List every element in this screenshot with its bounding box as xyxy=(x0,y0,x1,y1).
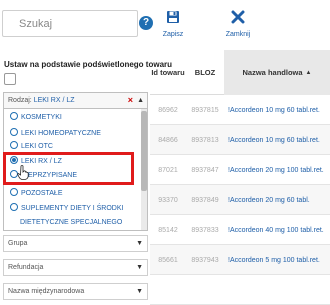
cell-name: !Accordeon 20 mg 60 tabl. xyxy=(228,196,310,204)
products-table: Id towaru BLOZ Nazwa handlowa ▲ 86962 89… xyxy=(150,50,330,305)
cell-bloz: 8937943 xyxy=(191,256,219,264)
cell-bloz: 8937849 xyxy=(191,196,219,204)
column-header-id[interactable]: Id towaru xyxy=(150,50,186,95)
type-dropdown-value: LEKI RX / LZ xyxy=(33,97,75,104)
dropdown-option-label: POZOSTAŁE xyxy=(21,190,63,197)
refund-select[interactable]: Refundacja ▼ xyxy=(3,259,148,276)
cell-name: !Accordeon 10 mg 60 tabl.ret. xyxy=(228,106,320,114)
table-header: Id towaru BLOZ Nazwa handlowa ▲ xyxy=(150,50,330,95)
cell-id: 85142 xyxy=(158,226,178,234)
dropdown-option[interactable]: KOSMETYKI xyxy=(10,111,62,125)
dropdown-option-selected[interactable]: LEKI RX / LZ xyxy=(10,155,62,169)
radio-icon xyxy=(10,112,18,120)
save-button[interactable]: Zapisz xyxy=(160,10,186,38)
refund-select-label: Refundacja xyxy=(8,264,44,271)
dropdown-option-label: LEKI HOMEOPATYCZNE xyxy=(21,130,101,137)
column-header-bloz[interactable]: BLOZ xyxy=(186,50,224,95)
column-header-name[interactable]: Nazwa handlowa ▲ xyxy=(224,50,330,95)
cell-name: !Accordeon 40 mg 100 tabl.ret. xyxy=(228,226,324,234)
set-from-highlighted-label: Ustaw na podstawie podświetlonego towaru xyxy=(4,60,173,69)
cell-id: 85661 xyxy=(158,256,178,264)
dropdown-scrollbar[interactable] xyxy=(141,109,147,230)
group-select-label: Grupa xyxy=(8,240,28,247)
cell-bloz: 8937815 xyxy=(191,106,219,114)
chevron-down-icon: ▼ xyxy=(136,240,143,247)
clear-icon[interactable]: × xyxy=(128,93,133,108)
cell-id: 93370 xyxy=(158,196,178,204)
dropdown-option[interactable]: SUPLEMENTY DIETY I ŚRODKI xyxy=(10,202,123,216)
cell-bloz xyxy=(186,275,224,305)
search-input[interactable] xyxy=(2,10,138,37)
radio-icon xyxy=(10,128,18,136)
cell-id: 84866 xyxy=(158,136,178,144)
chevron-up-icon[interactable]: ▲ xyxy=(137,93,144,108)
table-row[interactable]: 85142 8937833 !Accordeon 40 mg 100 tabl.… xyxy=(150,215,330,245)
dropdown-option[interactable]: POZOSTAŁE xyxy=(10,187,63,201)
close-button[interactable]: Zamknij xyxy=(222,10,254,38)
radio-icon xyxy=(10,203,18,211)
group-select[interactable]: Grupa ▼ xyxy=(3,235,148,252)
close-icon xyxy=(231,10,245,24)
cell-id: 87021 xyxy=(158,166,178,174)
radio-icon xyxy=(10,141,18,149)
radio-icon xyxy=(10,170,18,178)
close-label: Zamknij xyxy=(225,31,251,38)
cell-bloz: 8937847 xyxy=(191,166,219,174)
table-body: 86962 8937815 !Accordeon 10 mg 60 tabl.r… xyxy=(150,95,330,305)
table-row[interactable] xyxy=(150,275,330,305)
type-dropdown-list: KOSMETYKI LEKI HOMEOPATYCZNE LEKI OTC LE… xyxy=(3,109,148,231)
radio-checked-icon xyxy=(10,156,18,164)
table-row[interactable]: 86962 8937815 !Accordeon 10 mg 60 tabl.r… xyxy=(150,95,330,125)
cell-name xyxy=(228,275,328,305)
international-name-select[interactable]: Nazwa międzynarodowa ▼ xyxy=(3,283,148,300)
dropdown-option-label: NIEPRZYPISANE xyxy=(21,172,78,179)
help-icon[interactable]: ? xyxy=(139,16,153,30)
scrollbar-thumb[interactable] xyxy=(141,111,147,191)
table-row[interactable]: 93370 8937849 !Accordeon 20 mg 60 tabl. xyxy=(150,185,330,215)
table-row[interactable]: 85661 8937943 !Accordeon 5 mg 100 tabl.r… xyxy=(150,245,330,275)
cell-name: !Accordeon 10 mg 60 tabl.ret. xyxy=(228,136,320,144)
dropdown-option-label: SUPLEMENTY DIETY I ŚRODKI xyxy=(21,205,124,212)
cell-name: !Accordeon 20 mg 100 tabl.ret. xyxy=(228,166,324,174)
dropdown-option-continued[interactable]: DIETETYCZNE SPECJALNEGO xyxy=(20,216,122,230)
cell-name: !Accordeon 5 mg 100 tabl.ret. xyxy=(228,256,320,264)
sort-ascending-icon: ▲ xyxy=(305,69,312,76)
chevron-down-icon: ▼ xyxy=(136,288,143,295)
column-header-name-label: Nazwa handlowa xyxy=(242,68,303,77)
dropdown-option-label: DIETETYCZNE SPECJALNEGO xyxy=(20,219,123,226)
cell-id xyxy=(150,275,186,305)
dropdown-option[interactable]: LEKI HOMEOPATYCZNE xyxy=(10,127,101,141)
cell-id: 86962 xyxy=(158,106,178,114)
table-row[interactable]: 87021 8937847 !Accordeon 20 mg 100 tabl.… xyxy=(150,155,330,185)
chevron-down-icon: ▼ xyxy=(136,264,143,271)
dropdown-option-label: KOSMETYKI xyxy=(21,114,62,121)
type-dropdown-prefix: Rodzaj: xyxy=(8,97,34,104)
dropdown-option[interactable]: NIEPRZYPISANE xyxy=(10,169,77,183)
table-row[interactable]: 84866 8937813 !Accordeon 10 mg 60 tabl.r… xyxy=(150,125,330,155)
international-name-select-label: Nazwa międzynarodowa xyxy=(8,288,85,295)
save-label: Zapisz xyxy=(162,31,184,38)
dropdown-option[interactable]: LEKI OTC xyxy=(10,140,53,154)
floppy-disk-icon xyxy=(167,11,179,23)
set-from-highlighted-checkbox[interactable] xyxy=(4,73,16,85)
cell-bloz: 8937813 xyxy=(191,136,219,144)
cell-bloz: 8937833 xyxy=(191,226,219,234)
radio-icon xyxy=(10,188,18,196)
dropdown-option-label: LEKI RX / LZ xyxy=(21,158,62,165)
type-dropdown[interactable]: Rodzaj: LEKI RX / LZ × ▲ xyxy=(3,92,148,109)
dropdown-option-label: LEKI OTC xyxy=(21,143,53,150)
